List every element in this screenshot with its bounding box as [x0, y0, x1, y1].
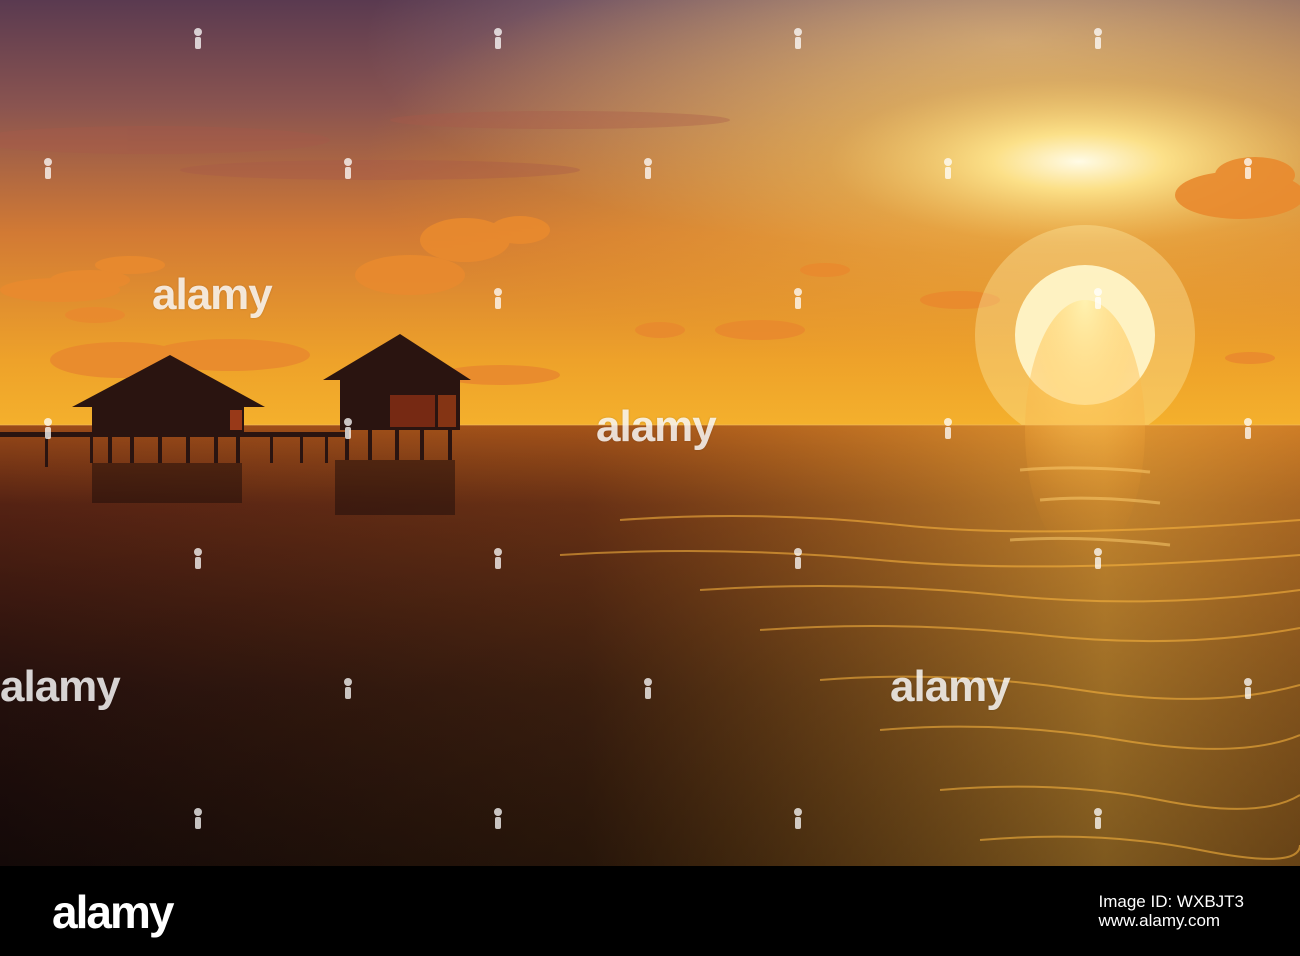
site-url: www.alamy.com	[1098, 911, 1221, 930]
sunset-photo	[0, 0, 1300, 866]
footer-bar: alamy Image ID: WXBJT3 www.alamy.com	[0, 866, 1300, 956]
alamy-logo: alamy	[52, 886, 174, 938]
image-meta: Image ID: WXBJT3 www.alamy.com	[1099, 892, 1244, 930]
image-id: Image ID: WXBJT3	[1098, 892, 1244, 911]
